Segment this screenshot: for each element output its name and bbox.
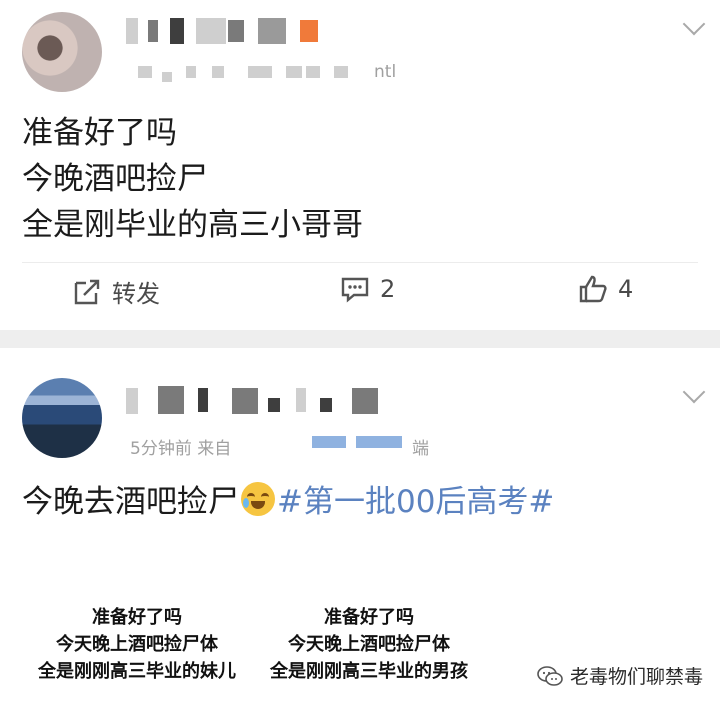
- meme-line: 全是刚刚高三毕业的男孩: [270, 661, 468, 682]
- hashtag-link[interactable]: #第一批00后高考#: [277, 476, 554, 521]
- chevron-down-icon[interactable]: [682, 12, 706, 36]
- comment-button[interactable]: 2: [340, 274, 395, 304]
- post-meta-tail: 端: [412, 439, 429, 459]
- like-button[interactable]: 4: [578, 274, 633, 304]
- thumbs-up-icon: [579, 275, 607, 303]
- wechat-icon: [537, 665, 563, 686]
- post-meta-suffix: ntl: [374, 62, 397, 82]
- comment-icon: [341, 277, 369, 303]
- watermark: 老毒物们聊禁毒: [536, 662, 703, 689]
- post-meta: 5分钟前 来自: [130, 439, 232, 459]
- forward-label: 转发: [112, 280, 160, 308]
- meme-line: 准备好了吗: [324, 607, 414, 628]
- meme-line: 今天晚上酒吧捡尸体: [288, 634, 450, 655]
- like-count: 4: [618, 275, 634, 303]
- post-card-1: ntl 准备好了吗 今晚酒吧捡尸 全是刚毕业的高三小哥哥 转发 2 4: [0, 0, 720, 330]
- share-icon: [74, 279, 100, 304]
- post-actions: 转发 2 4: [0, 266, 720, 322]
- laughing-crying-emoji-icon: [241, 481, 275, 516]
- post-text-line: 准备好了吗: [22, 115, 177, 151]
- forward-button[interactable]: 转发: [72, 274, 160, 309]
- post-text: 准备好了吗 今晚酒吧捡尸 全是刚毕业的高三小哥哥: [22, 110, 363, 248]
- post-text-main: 今晚去酒吧捡尸: [22, 484, 239, 520]
- post-text: 今晚去酒吧捡尸 #第一批00后高考#: [22, 476, 554, 521]
- comment-count: 2: [380, 275, 396, 303]
- watermark-text: 老毒物们聊禁毒: [570, 666, 704, 688]
- meme-caption-left: 准备好了吗 今天晚上酒吧捡尸体 全是刚刚高三毕业的妹儿: [22, 604, 252, 685]
- meme-line: 准备好了吗: [92, 607, 182, 628]
- meme-caption-right: 准备好了吗 今天晚上酒吧捡尸体 全是刚刚高三毕业的男孩: [254, 604, 484, 685]
- post-text-line: 全是刚毕业的高三小哥哥: [22, 207, 363, 243]
- feed-separator: [0, 330, 720, 348]
- avatar[interactable]: [22, 12, 102, 92]
- avatar[interactable]: [22, 378, 102, 458]
- divider: [22, 262, 698, 263]
- meme-line: 今天晚上酒吧捡尸体: [56, 634, 218, 655]
- meme-line: 全是刚刚高三毕业的妹儿: [38, 661, 236, 682]
- post-text-line: 今晚酒吧捡尸: [22, 161, 208, 197]
- chevron-down-icon[interactable]: [682, 380, 706, 404]
